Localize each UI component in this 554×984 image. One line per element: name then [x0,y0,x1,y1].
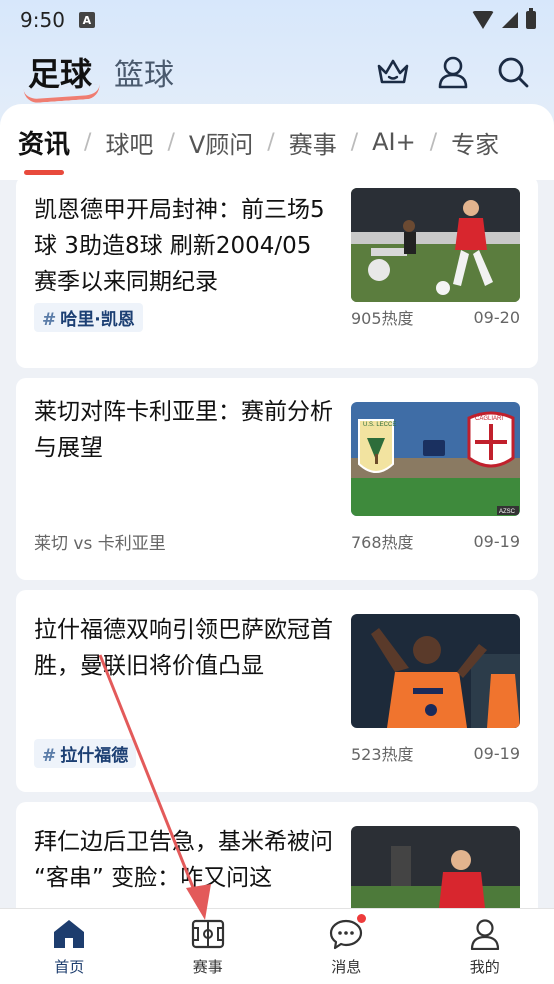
news-card[interactable]: 莱切对阵卡利亚里：赛前分析与展望 AZSC U.S. LECCE CAGLIAR… [16,378,538,580]
profile-icon [467,916,503,952]
nav-label: 首页 [54,958,85,976]
publish-date: 09-20 [473,307,521,327]
bottom-nav: 首页 赛事 消息 我的 [0,908,554,984]
tab-divider: / [350,129,359,155]
category-tabs: 资讯 / 球吧 / V顾问 / 赛事 / AI+ / 专家 [0,104,554,180]
news-thumbnail [351,614,520,728]
publish-date: 09-19 [473,531,521,551]
news-meta: 莱切 vs 卡利亚里 768热度 09-19 [34,516,538,566]
match-subtitle: 莱切 vs 卡利亚里 [34,533,166,554]
news-thumbnail [351,188,520,302]
news-title: 拉什福德双响引领巴萨欧冠首胜，曼联旧将价值凸显 [34,617,333,679]
header-actions [376,55,530,89]
publish-date: 09-19 [473,743,521,763]
tab-divider: / [429,129,438,155]
sport-tab-label: 篮球 [114,58,175,93]
hash-icon: # [42,309,57,330]
topic-tag-label: 哈里·凯恩 [60,309,135,330]
battery-icon [526,8,536,29]
topic-tag[interactable]: # 拉什福德 [34,738,137,768]
tab-forum[interactable]: 球吧 [105,125,153,160]
crest-left-label: U.S. LECCE [363,422,396,428]
user-icon[interactable] [436,55,470,89]
news-card[interactable]: 凯恩德甲开局封神：前三场5球 3助造8球 刷新2004/05赛季以来同期纪录 #… [16,176,538,368]
tab-divider: / [84,129,92,155]
news-meta: # 哈里·凯恩 905热度 09-20 [34,292,538,342]
tab-experts[interactable]: 专家 [451,125,499,160]
signal-icon [502,12,518,28]
nav-label: 消息 [331,958,362,976]
unread-badge [357,914,367,923]
nav-messages[interactable]: 消息 [277,909,416,984]
tab-matches[interactable]: 赛事 [289,125,337,160]
nav-matches[interactable]: 赛事 [139,909,278,984]
tab-news[interactable]: 资讯 [18,124,70,175]
news-meta: # 拉什福德 523热度 09-19 [34,728,538,778]
heat-count: 523热度 [351,745,414,764]
topic-tag-label: 拉什福德 [60,745,129,766]
content-panel: 资讯 / 球吧 / V顾问 / 赛事 / AI+ / 专家 凯恩德甲开局封神：前… [0,104,554,908]
news-title: 拜仁边后卫告急，基米希被问 “客串” 变脸：咋又问这 [34,829,333,891]
nav-label: 我的 [469,958,500,976]
crown-icon[interactable] [376,55,410,89]
news-thumbnail [351,826,520,908]
nav-label: 赛事 [192,958,223,976]
crest-right-label: CAGLIARI [475,416,503,422]
news-card[interactable]: 拉什福德双响引领巴萨欧冠首胜，曼联旧将价值凸显 # 拉什福德 523热度 09-… [16,590,538,792]
search-icon[interactable] [496,55,530,89]
sport-tab-football[interactable]: 足球 [23,49,101,104]
tab-divider: / [167,129,175,155]
hash-icon: # [42,745,57,766]
sport-tab-basketball[interactable]: 篮球 [114,50,174,94]
news-title: 凯恩德甲开局封神：前三场5球 3助造8球 刷新2004/05赛季以来同期纪录 [34,197,325,295]
topic-tag[interactable]: # 哈里·凯恩 [34,302,143,332]
status-time: 9:50 [20,8,65,32]
status-bar: 9:50 A [0,0,554,40]
tab-divider: / [267,129,275,155]
news-title: 莱切对阵卡利亚里：赛前分析与展望 [34,399,333,461]
news-thumbnail: AZSC U.S. LECCE CAGLIARI [351,402,520,516]
home-icon [51,916,87,952]
tab-ai-plus[interactable]: AI+ [372,128,416,156]
status-icons [472,8,536,29]
wifi-icon [472,11,494,29]
notification-icon: A [78,12,95,28]
news-card[interactable]: 拜仁边后卫告急，基米希被问 “客串” 变脸：咋又问这 [16,802,538,908]
nav-profile[interactable]: 我的 [416,909,554,984]
pitch-icon [190,916,226,952]
heat-count: 905热度 [351,309,414,328]
nav-home[interactable]: 首页 [0,909,139,984]
tab-advisor[interactable]: V顾问 [189,125,253,160]
heat-count: 768热度 [351,533,414,552]
thumbnail-corner-text: AZSC [499,509,516,515]
app-header: 足球 篮球 [0,42,554,104]
chat-bubble-icon [328,914,367,952]
news-feed: 凯恩德甲开局封神：前三场5球 3助造8球 刷新2004/05赛季以来同期纪录 #… [16,176,538,908]
